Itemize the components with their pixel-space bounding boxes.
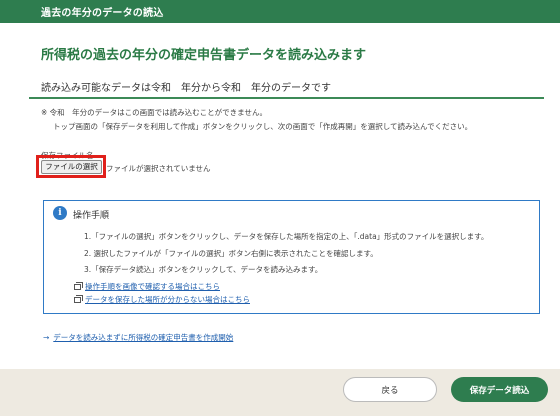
available-years-heading: 読み込み可能なデータは令和 年分から令和 年分のデータです [41,83,331,94]
choose-file-button[interactable]: ファイルの選択 [41,160,102,174]
arrow-right-icon: → [43,332,50,342]
info-icon: i [53,206,67,220]
image-guide-link[interactable]: 操作手順を画像で確認する場合はこちら [85,282,220,291]
back-button[interactable]: 戻る [343,377,437,402]
instruction-step-3: 3.「保存データ読込」ボタンをクリックして、データを読み込みます。 [84,265,323,274]
instructions-title: 操作手順 [73,211,110,221]
header-bar: 過去の年分のデータの読込 [0,0,560,23]
header-title: 過去の年分のデータの読込 [41,8,164,19]
note-line-1: ※ 令和 年分のデータはこの画面では読み込むことができません。 [41,108,267,117]
start-without-data-link[interactable]: データを読み込まずに所得税の確定申告書を作成開始 [53,333,233,342]
start-without-data-row: → データを読み込まずに所得税の確定申告書を作成開始 [43,332,233,343]
instruction-step-1: 1.「ファイルの選択」ボタンをクリックし、データを保存した場所を指定の上、「.d… [84,232,489,241]
instruction-step-2: 2. 選択したファイルが「ファイルの選択」ボタン右側に表示されたことを確認します… [84,249,378,258]
save-location-link-row: データを保存した場所が分からない場合はこちら [74,294,250,305]
external-window-icon [74,281,83,290]
page-title: 所得税の過去の年分の確定申告書データを読み込みます [41,48,367,63]
note-line-2: トップ画面の「保存データを利用して作成」ボタンをクリックし、次の画面で「作成再開… [53,122,473,131]
external-window-icon [74,294,83,303]
file-status-text: ファイルが選択されていません [106,164,211,173]
heading-divider [29,97,544,99]
image-guide-link-row: 操作手順を画像で確認する場合はこちら [74,281,220,292]
save-location-help-link[interactable]: データを保存した場所が分からない場合はこちら [85,295,250,304]
load-saved-data-button[interactable]: 保存データ読込 [451,377,548,402]
